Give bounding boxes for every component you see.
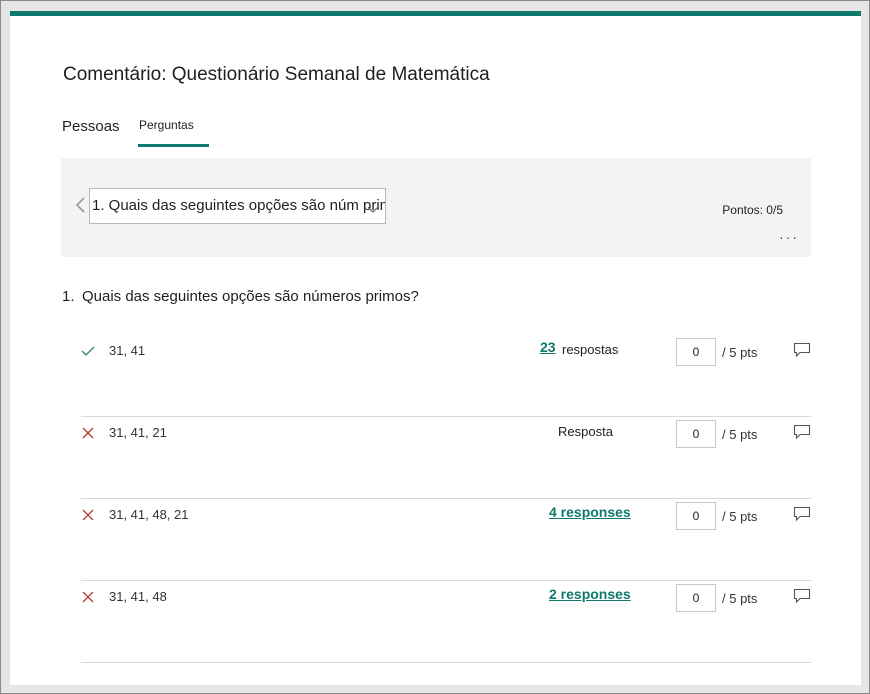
chevron-down-icon [367,206,379,213]
tab-people[interactable]: Pessoas [62,118,120,135]
tab-questions[interactable]: Perguntas [139,118,194,132]
score-input[interactable] [676,584,716,612]
question-number: 1. [62,288,75,305]
answer-text: 31, 41 [109,343,146,358]
score-max: / 5 pts [722,345,758,360]
answer-row: 31, 41, 48 2 responses / 5 pts [81,582,811,663]
question-dropdown[interactable]: 1. Quais das seguintes opções são núm pr… [89,188,386,224]
comment-icon[interactable] [793,588,811,604]
answer-row: 31, 41, 48, 21 4 responses / 5 pts [81,500,811,581]
x-icon [82,591,94,603]
x-icon [82,509,94,521]
score-input[interactable] [676,338,716,366]
score-input[interactable] [676,502,716,530]
accent-bar [10,11,861,16]
responses-link[interactable]: 2 responses [549,586,631,602]
score-input[interactable] [676,420,716,448]
responses-label: respostas [562,342,619,357]
answer-text: 31, 41, 21 [109,425,167,440]
more-icon[interactable]: ··· [779,230,799,244]
answer-row: 31, 41, 21 Resposta / 5 pts [81,418,811,499]
feedback-card: Comentário: Questionário Semanal de Mate… [10,11,861,685]
question-heading: 1. Quais das seguintes opções são número… [62,288,419,306]
check-icon [81,346,95,356]
answer-row: 31, 41 23 respostas / 5 pts [81,336,811,417]
page-title: Comentário: Questionário Semanal de Mate… [63,64,490,85]
comment-icon[interactable] [793,424,811,440]
window-frame: Comentário: Questionário Semanal de Mate… [0,0,870,694]
answer-text: 31, 41, 48 [109,589,167,604]
score-max: / 5 pts [722,509,758,524]
question-dropdown-value: 1. Quais das seguintes opções são núm pr… [92,197,386,214]
responses-link[interactable]: 23 [540,339,556,355]
score-max: / 5 pts [722,427,758,442]
responses-label: Resposta [558,424,613,439]
comment-icon[interactable] [793,342,811,358]
responses-link[interactable]: 4 responses [549,504,631,520]
points-total: Pontos: 0/5 [722,203,783,217]
question-text: Quais das seguintes opções são números p… [81,288,419,305]
chevron-left-icon[interactable] [73,195,89,215]
question-navigator: 1. Quais das seguintes opções são núm pr… [61,158,811,257]
active-tab-indicator [138,144,209,147]
answer-text: 31, 41, 48, 21 [109,507,189,522]
x-icon [82,427,94,439]
comment-icon[interactable] [793,506,811,522]
score-max: / 5 pts [722,591,758,606]
